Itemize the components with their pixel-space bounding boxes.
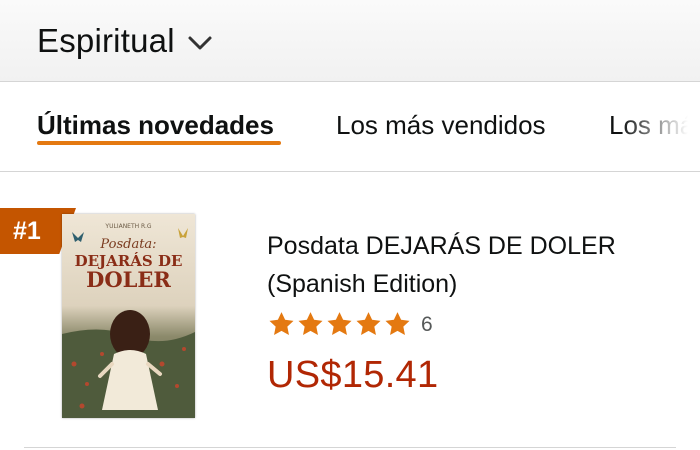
rating-count: 6 (421, 313, 433, 336)
list-divider (24, 447, 676, 448)
active-tab-underline (37, 141, 281, 145)
star-icon (298, 312, 323, 335)
category-selector[interactable]: Espiritual (0, 0, 700, 82)
category-title: Espiritual (37, 21, 175, 59)
product-price: US$15.41 (267, 354, 439, 396)
chevron-down-icon (188, 36, 212, 49)
book-cover-image[interactable]: YULIANETH R.G Posdata: DEJARÁS DE DOLER (62, 214, 195, 418)
star-icon (356, 312, 381, 335)
tab-latest-releases[interactable]: Últimas novedades (37, 110, 274, 141)
star-icon (327, 312, 352, 335)
cover-title-line2: DOLER (86, 267, 171, 292)
product-title-link[interactable]: Posdata DEJARÁS DE DOLER (Spanish Editio… (267, 227, 687, 303)
star-icon (269, 312, 294, 335)
star-icon (385, 312, 410, 335)
star-rating (267, 310, 412, 338)
cover-title-script: Posdata: (99, 237, 156, 252)
cover-author: YULIANETH R.G (104, 223, 151, 230)
rating[interactable]: 6 (267, 310, 433, 338)
tab-bar: Últimas novedades Los más vendidos Los m… (0, 83, 700, 172)
tab-best-sellers[interactable]: Los más vendidos (336, 110, 546, 141)
tab-more[interactable]: Los más (609, 110, 700, 141)
